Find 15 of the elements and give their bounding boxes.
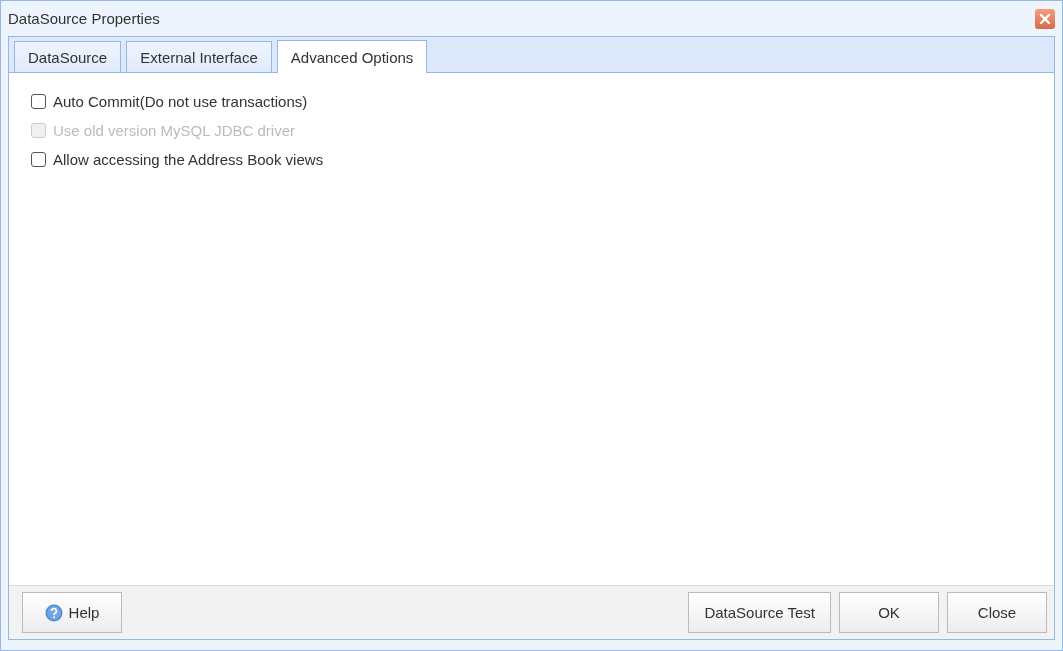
tab[interactable]: DataSource [14,41,122,72]
help-button[interactable]: Help [22,592,122,633]
checkbox[interactable] [31,94,46,109]
dialog-button[interactable]: DataSource Test [688,592,831,633]
close-button[interactable] [1035,8,1055,29]
window-title: DataSource Properties [8,10,160,27]
dialog-button[interactable]: OK [839,592,939,633]
checkbox-label: Allow accessing the Address Book views [53,151,324,168]
tab[interactable]: Advanced Options [276,40,428,73]
dialog-button[interactable]: Close [947,592,1047,633]
help-icon [44,603,63,622]
checkbox[interactable] [31,152,46,167]
checkbox-label: Use old version MySQL JDBC driver [53,122,295,139]
tab[interactable]: External Interface [126,41,272,72]
checkbox-label: Auto Commit(Do not use transactions) [53,93,308,110]
